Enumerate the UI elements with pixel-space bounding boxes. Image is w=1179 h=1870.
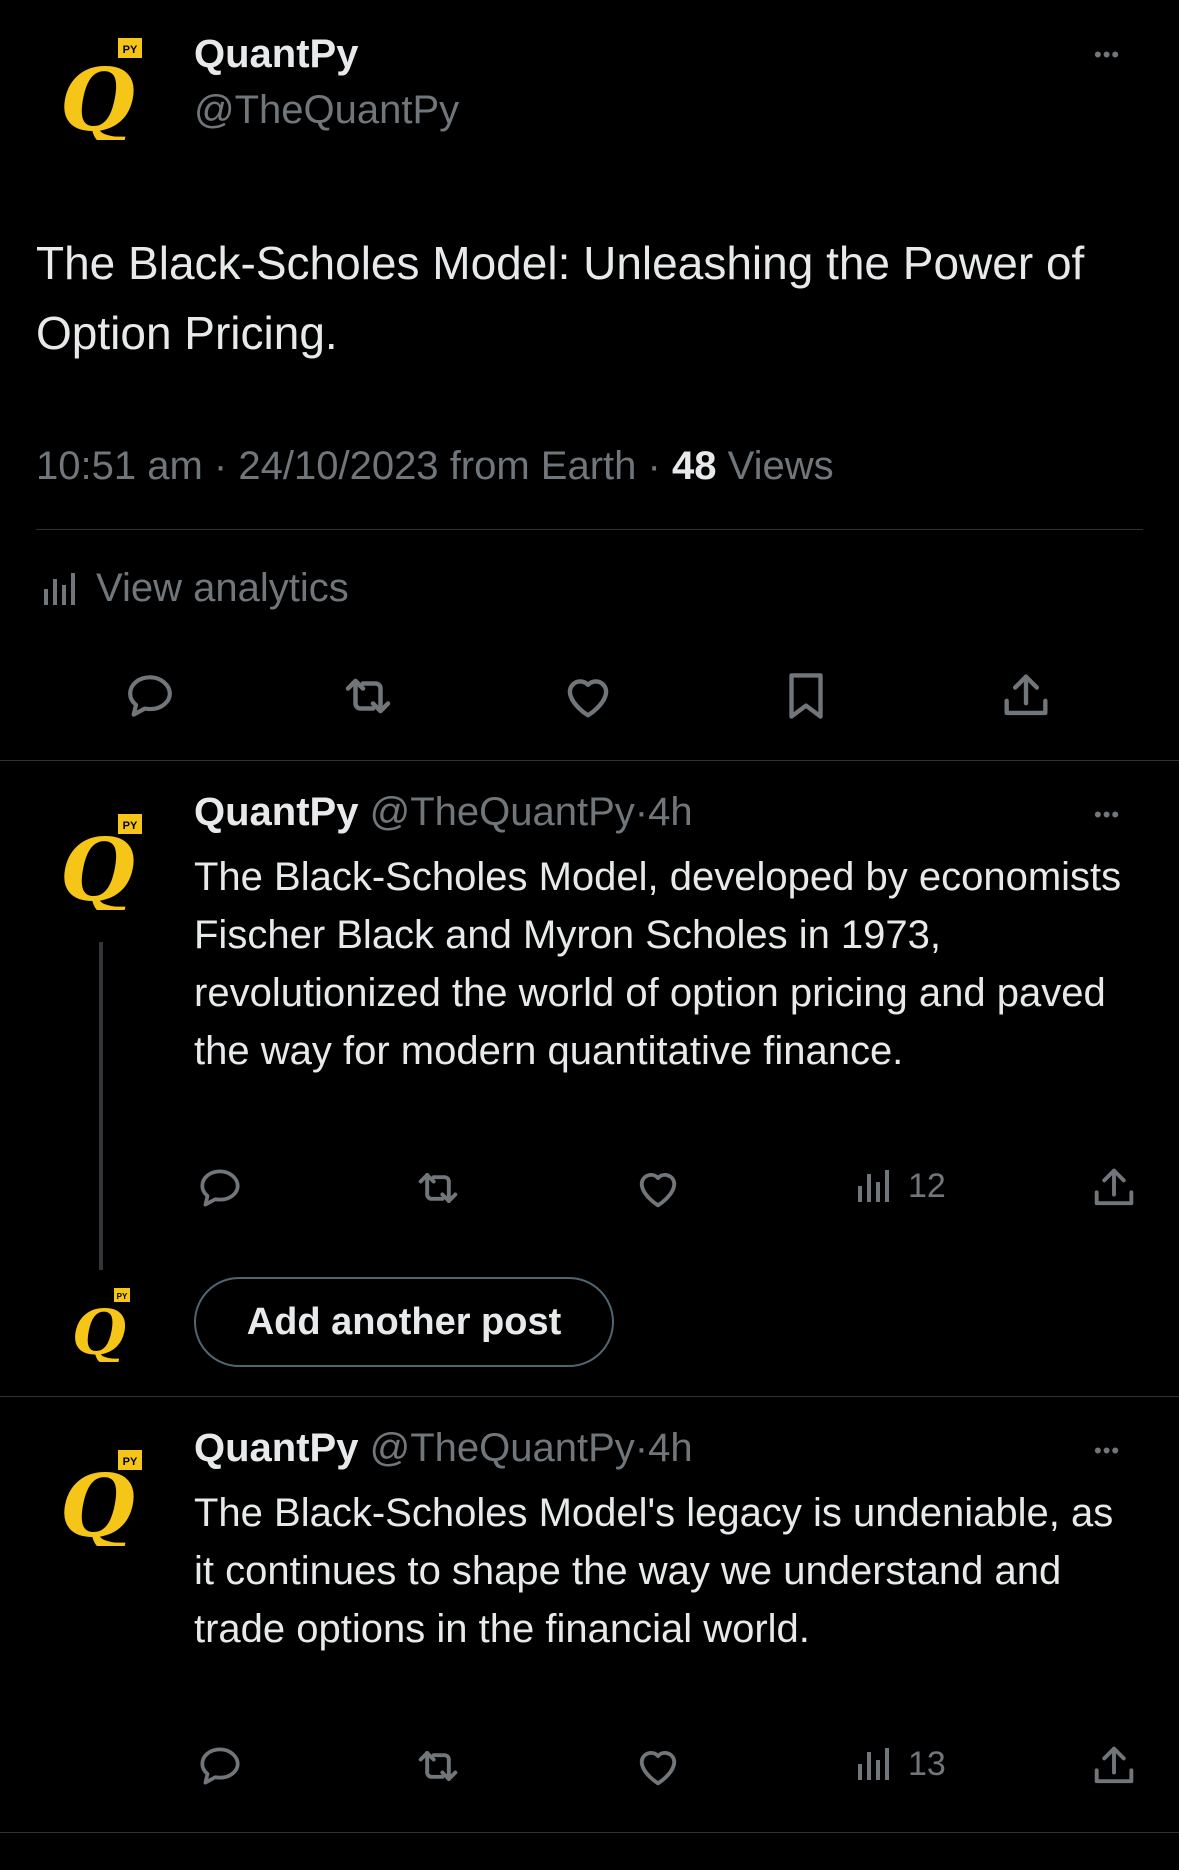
avatar[interactable]: Q PY [68, 1282, 134, 1362]
reply-icon[interactable] [118, 664, 182, 728]
separator-dot: · [634, 1426, 649, 1470]
display-name[interactable]: QuantPy [194, 32, 358, 77]
bookmark-icon[interactable] [774, 664, 838, 728]
separator-dot: · [634, 790, 649, 834]
add-another-post-button[interactable]: Add another post [194, 1277, 614, 1367]
handle[interactable]: @TheQuantPy [370, 1426, 635, 1470]
like-icon[interactable] [630, 1738, 686, 1794]
repost-icon[interactable] [410, 1160, 466, 1216]
svg-text:PY: PY [123, 44, 138, 56]
svg-text:Q: Q [72, 1296, 126, 1362]
divider [0, 1832, 1179, 1833]
more-options-icon[interactable]: ••• [1094, 802, 1120, 828]
thread-line [99, 942, 103, 1270]
avatar[interactable]: Q PY [52, 1436, 148, 1546]
repost-icon[interactable] [410, 1738, 466, 1794]
views-label: Views [727, 444, 834, 488]
share-icon[interactable] [1086, 1738, 1142, 1794]
avatar[interactable]: Q PY [52, 800, 148, 910]
svg-text:PY: PY [123, 1456, 138, 1468]
analytics-icon [854, 1166, 894, 1206]
reply-header: QuantPy @TheQuantPy·4h [194, 1426, 693, 1471]
views-count: 12 [908, 1166, 946, 1205]
separator-dot: · [647, 444, 661, 488]
display-name[interactable]: QuantPy [194, 790, 358, 834]
views-button[interactable]: 12 [854, 1166, 946, 1206]
post-age[interactable]: 4h [648, 1426, 693, 1470]
avatar[interactable]: Q PY [52, 30, 148, 140]
views-button[interactable]: 13 [854, 1744, 946, 1784]
more-options-icon[interactable]: ••• [1094, 1438, 1120, 1464]
share-icon[interactable] [1086, 1160, 1142, 1216]
divider [0, 1396, 1179, 1397]
like-icon[interactable] [556, 664, 620, 728]
add-another-post-label: Add another post [246, 1300, 562, 1343]
view-analytics-link[interactable]: View analytics [40, 566, 349, 611]
post-age[interactable]: 4h [648, 790, 693, 834]
views-count: 48 [671, 444, 717, 488]
tweet-text: The Black-Scholes Model: Unleashing the … [36, 237, 1085, 359]
handle[interactable]: @TheQuantPy [370, 790, 635, 834]
analytics-icon [40, 569, 80, 609]
reply-header: QuantPy @TheQuantPy·4h [194, 790, 693, 835]
more-options-icon[interactable]: ••• [1094, 42, 1120, 68]
svg-text:PY: PY [117, 1292, 128, 1301]
reply-text: The Black-Scholes Model, developed by ec… [194, 855, 1122, 1073]
tweet-meta: 10:51 am · 24/10/2023 from Earth · 48 Vi… [36, 444, 834, 489]
separator-dot: · [213, 444, 228, 488]
view-analytics-label: View analytics [96, 566, 349, 610]
meta-divider [36, 529, 1143, 530]
repost-icon[interactable] [336, 664, 400, 728]
handle[interactable]: @TheQuantPy [194, 88, 459, 133]
views-count: 13 [908, 1744, 946, 1783]
divider [0, 760, 1179, 761]
tweet-source: from Earth [449, 444, 637, 488]
share-icon[interactable] [994, 664, 1058, 728]
svg-text:PY: PY [123, 820, 138, 832]
tweet-time[interactable]: 10:51 am [36, 444, 203, 488]
tweet-date[interactable]: 24/10/2023 [238, 444, 438, 488]
display-name[interactable]: QuantPy [194, 1426, 358, 1470]
svg-text:Q: Q [60, 50, 135, 140]
analytics-icon [854, 1744, 894, 1784]
reply-icon[interactable] [192, 1738, 248, 1794]
like-icon[interactable] [630, 1160, 686, 1216]
reply-icon[interactable] [192, 1160, 248, 1216]
reply-text: The Black-Scholes Model's legacy is unde… [194, 1491, 1114, 1651]
